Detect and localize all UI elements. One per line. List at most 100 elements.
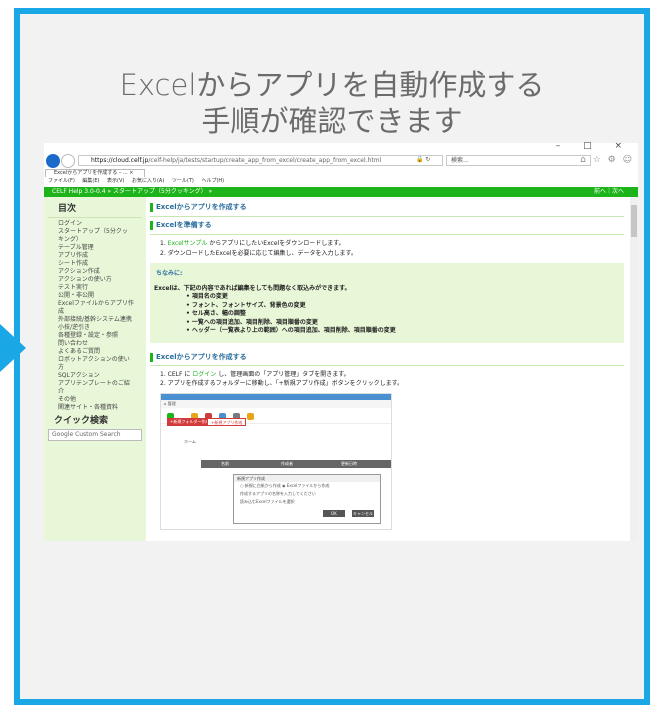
sidebar-item[interactable]: アクションの使い方 [58,276,146,284]
prev-next-links[interactable]: 前へ｜次へ [594,187,624,197]
window-controls[interactable]: – □ × [556,141,632,151]
help-breadcrumb-bar: CELF Help 3.0-0.4 » スタートアップ（5分クッキング） » 前… [44,187,638,197]
sidebar-item[interactable]: SQLアクション [58,372,146,380]
back-icon[interactable] [46,154,60,168]
sidebar-item[interactable]: テーブル管理 [58,244,146,252]
inner-breadcrumb: ⌂ 管理 [161,400,391,408]
step-3-suffix: し、管理画面の「アプリ管理」タブを開きます。 [218,371,350,378]
menu-tools[interactable]: ツール(T) [172,178,194,184]
browser-screenshot: – □ × https://cloud.celf.jp/celf-help/ja… [44,141,638,541]
breadcrumb[interactable]: CELF Help 3.0-0.4 » スタートアップ（5分クッキング） » [52,188,212,195]
note-title: ちなみに: [156,270,183,277]
col-author: 作成者 [281,461,293,466]
new-app-button[interactable]: +新規アプリ作成 [207,418,247,426]
new-folder-button[interactable]: +新規フォルダー作成 [167,418,213,426]
search-input[interactable]: 検索... [446,155,591,166]
note-item: • 項目名の変更 [186,293,228,300]
note-item: • セル高さ、幅の調整 [186,310,246,317]
note-body: Excelは、下記の内容であれば編集をしても問題なく取込みができます。 [154,285,351,292]
sidebar-item[interactable]: ロボットアクションの使い [58,356,146,364]
step-4: 2. アプリを作成するフォルダーに移動し、「+新規アプリ作成」ボタンをクリックし… [160,380,404,387]
step-2: 2. ダウンロードしたExcelを必要に応じて編集し、データを入力します。 [160,250,357,257]
new-app-modal: 新規アプリ作成 ○ 新規に白紙から作成 ◉ Excelファイルから作成 作成する… [233,474,381,524]
sidebar-list: ログイン スタートアップ（5分クッ キング） テーブル管理 アプリ作成 シート作成 アクショ… [44,218,146,412]
address-bar: https://cloud.celf.jp/celf-help/ja/tests… [44,153,638,169]
menu-edit[interactable]: 編集(E) [82,178,99,184]
section-create-app: Excelからアプリを作成する [150,353,247,362]
arrow-right-icon [0,324,26,372]
modal-name-label: 作成するアプリの名称を入力してください [240,491,316,496]
menu-file[interactable]: ファイル(F) [48,178,75,184]
sidebar-item[interactable]: 各種登録・設定・参照 [58,332,146,340]
col-updated: 更新日時 [341,461,357,466]
modal-options: ○ 新規に白紙から作成 ◉ Excelファイルから作成 [234,482,380,490]
sidebar-item[interactable]: よくあるご質問 [58,348,146,356]
section-prepare-excel: Excelを準備する [150,221,212,230]
inner-path: ホーム [181,438,301,446]
menu-help[interactable]: ヘルプ(H) [201,178,224,184]
sidebar-item[interactable]: 外部接続/基幹システム連携 [58,316,146,324]
modal-cancel-button[interactable]: キャンセル [352,510,374,517]
url-host: https://cloud.celf.jp [91,157,149,164]
step-3-prefix: 1. CELF に [160,371,191,378]
quick-search-title: クイック検索 [54,416,109,426]
excel-sample-link[interactable]: Excelサンプル [168,240,208,247]
step-1-text: からアプリにしたいExcelをダウンロードします。 [209,240,345,247]
embedded-app-screenshot: ⌂ 管理 +新規フォルダー作成 +新規アプリ作成 ホーム 名前 作成者 更新日時… [160,393,392,530]
url-field[interactable]: https://cloud.celf.jp/celf-help/ja/tests… [78,155,443,166]
divider [150,216,624,217]
google-search-input[interactable]: Google Custom Search [48,429,142,441]
tab-row: Excelからアプリを作成する – ... × [44,169,638,177]
forward-icon[interactable] [61,154,75,168]
main-content: Excelからアプリを作成する Excelを準備する 1. Excelサンプル … [150,197,624,541]
modal-ok-button[interactable]: OK [322,510,345,517]
note-list: • 項目名の変更 • フォント、フォントサイズ、背景色の変更 • セル高さ、幅の調整… [186,293,396,336]
option-blank[interactable]: ○ 新規に白紙から作成 [240,483,281,488]
sidebar-item[interactable]: アプリテンプレートのご紹 [58,380,146,388]
headline-line-2: 手順が確認できます [201,104,463,138]
sidebar-item[interactable]: 方 [58,364,146,372]
sidebar-item[interactable]: 介 [58,388,146,396]
page-title: Excelからアプリを作成する [150,203,247,212]
sidebar-item[interactable]: その他 [58,396,146,404]
option-excel[interactable]: ◉ Excelファイルから作成 [282,483,329,488]
browser-tab[interactable]: Excelからアプリを作成する – ... × [45,169,145,177]
scrollbar-thumb[interactable] [631,205,637,237]
sidebar-item[interactable]: Excelファイルからアプリ作 [58,300,146,308]
note-item: • 一覧への項目追加、項目削除、項目順番の変更 [186,318,318,326]
divider [150,234,624,235]
col-name: 名前 [221,461,229,466]
sidebar-item[interactable]: アプリ作成 [58,252,146,260]
sidebar-item[interactable]: アクション作成 [58,268,146,276]
url-path: /celf-help/ja/tests/startup/create_app_f… [148,157,382,164]
sidebar-item[interactable]: 公開・非公開 [58,292,146,300]
login-link[interactable]: ログイン [192,371,216,378]
step-1: 1. Excelサンプル からアプリにしたいExcelをダウンロードします。 [160,239,345,248]
sidebar-item[interactable]: 関連サイト・各種資料 [58,404,146,412]
note-box: ちなみに: Excelは、下記の内容であれば編集をしても問題なく取込みができます… [150,263,624,343]
menu-bar: ファイル(F) 編集(E) 表示(V) お気に入り(A) ツール(T) ヘルプ(… [44,177,638,186]
menu-view[interactable]: 表示(V) [107,178,124,184]
sidebar-item[interactable]: 成 [58,308,146,316]
sidebar-item[interactable]: 小技/逆引き [58,324,146,332]
sidebar-item[interactable]: スタートアップ（5分クッ [58,228,146,236]
step-1-num: 1. [160,240,166,247]
sidebar-item[interactable]: シート作成 [58,260,146,268]
note-item: • フォント、フォントサイズ、背景色の変更 [186,301,306,309]
scrollbar[interactable] [630,197,638,541]
table-header: 名前 作成者 更新日時 [201,460,391,468]
sidebar-item[interactable]: キング） [58,236,146,244]
sidebar-item[interactable]: 問い合わせ [58,340,146,348]
step-3: 1. CELF に ログイン し、管理画面の「アプリ管理」タブを開きます。 [160,370,350,379]
menu-favorites[interactable]: お気に入り(A) [132,178,164,184]
toolbar-icons[interactable]: ⌂ ☆ ⚙ ☺ [580,155,634,165]
modal-buttons: OK キャンセル [321,500,374,519]
divider [150,365,624,366]
sidebar-item[interactable]: テスト実行 [58,284,146,292]
chart-icon[interactable] [247,413,254,420]
sidebar-item[interactable]: ログイン [58,220,146,228]
sidebar: 目次 ログイン スタートアップ（5分クッ キング） テーブル管理 アプリ作成 シート作成ア… [44,197,146,541]
lock-icon[interactable]: 🔒 ↻ [416,156,430,163]
title-bar: – □ × [44,141,638,153]
modal-title: 新規アプリ作成 [234,475,380,482]
